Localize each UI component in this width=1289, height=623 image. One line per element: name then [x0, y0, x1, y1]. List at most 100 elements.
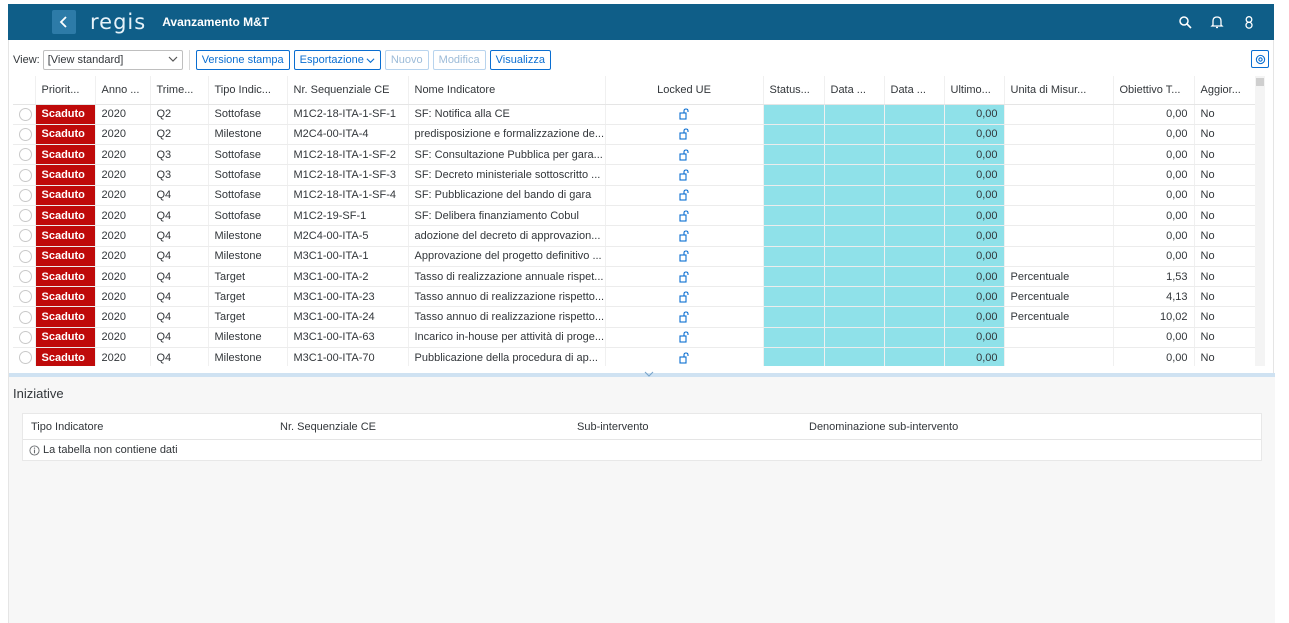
column-header[interactable]: Nome Indicatore: [408, 76, 606, 105]
locked-ue-cell[interactable]: [605, 246, 764, 267]
unlocked-padlock-icon[interactable]: [678, 271, 690, 283]
column-header[interactable]: Nr. Sequenziale CE: [287, 76, 409, 105]
year-cell: 2020: [95, 286, 151, 308]
column-header[interactable]: Anno ...: [95, 76, 151, 105]
bell-icon[interactable]: [1210, 15, 1224, 29]
column-header[interactable]: Nr. Sequenziale CE: [272, 421, 569, 433]
indicator-name-cell: Approvazione del progetto definitivo ...: [408, 246, 606, 267]
row-select-cell[interactable]: [13, 185, 36, 206]
row-select-cell[interactable]: [13, 225, 36, 247]
row-select-cell[interactable]: [13, 347, 36, 366]
table-row[interactable]: Scaduto 2020 Q4 Target M3C1-00-ITA-23 Tasso a…: [13, 286, 1265, 308]
unlocked-padlock-icon[interactable]: [678, 230, 690, 242]
unlocked-padlock-icon[interactable]: [678, 169, 690, 181]
column-header[interactable]: Denominazione sub-intervento: [801, 421, 1101, 433]
row-radio[interactable]: [19, 229, 32, 243]
table-row[interactable]: Scaduto 2020 Q4 Sottofase M1C2-18-ITA-1-SF-4…: [13, 185, 1265, 206]
row-radio[interactable]: [19, 188, 32, 202]
table-row[interactable]: Scaduto 2020 Q3 Sottofase M1C2-18-ITA-1-SF-2…: [13, 144, 1265, 166]
unlocked-padlock-icon[interactable]: [678, 149, 690, 161]
row-select-cell[interactable]: [13, 306, 36, 328]
row-select-cell[interactable]: [13, 144, 36, 166]
locked-ue-cell[interactable]: [605, 266, 764, 288]
row-select-cell[interactable]: [13, 327, 36, 349]
status-cell: [763, 266, 825, 288]
unlocked-padlock-icon[interactable]: [678, 291, 690, 303]
unlocked-padlock-icon[interactable]: [678, 210, 690, 222]
locked-ue-cell[interactable]: [605, 164, 764, 186]
table-row[interactable]: Scaduto 2020 Q4 Target M3C1-00-ITA-2 Tasso di…: [13, 266, 1265, 288]
new-button[interactable]: Nuovo: [384, 50, 429, 70]
row-select-cell[interactable]: [13, 124, 36, 146]
column-header[interactable]: Trime...: [150, 76, 209, 105]
row-radio[interactable]: [19, 290, 32, 304]
print-version-button[interactable]: Versione stampa: [195, 50, 290, 70]
vertical-scrollbar[interactable]: [1255, 76, 1265, 366]
app-logo[interactable]: regis: [90, 10, 146, 34]
unlocked-padlock-icon[interactable]: [678, 352, 690, 364]
locked-ue-cell[interactable]: [605, 286, 764, 308]
back-button[interactable]: [52, 10, 76, 34]
locked-ue-cell[interactable]: [605, 225, 764, 247]
table-row[interactable]: Scaduto 2020 Q4 Milestone M2C4-00-ITA-5 adozi…: [13, 225, 1265, 247]
unlocked-padlock-icon[interactable]: [678, 311, 690, 323]
locked-ue-cell[interactable]: [605, 347, 764, 366]
row-select-cell[interactable]: [13, 205, 36, 227]
scrollbar-thumb[interactable]: [1256, 78, 1264, 86]
locked-ue-cell[interactable]: [605, 144, 764, 166]
display-button[interactable]: Visualizza: [489, 50, 551, 70]
table-row[interactable]: Scaduto 2020 Q2 Sottofase M1C2-18-ITA-1-SF-1…: [13, 104, 1265, 125]
row-radio[interactable]: [19, 127, 32, 141]
locked-ue-cell[interactable]: [605, 185, 764, 206]
row-select-cell[interactable]: [13, 164, 36, 186]
unlocked-padlock-icon[interactable]: [678, 128, 690, 141]
row-select-cell[interactable]: [13, 266, 36, 288]
column-header[interactable]: Priorit...: [35, 76, 96, 105]
unlocked-padlock-icon[interactable]: [678, 189, 690, 201]
row-radio[interactable]: [19, 148, 32, 162]
column-header[interactable]: Locked UE: [605, 76, 764, 105]
row-radio[interactable]: [19, 330, 32, 344]
row-radio[interactable]: [19, 107, 32, 121]
table-settings-button[interactable]: [1251, 50, 1269, 68]
row-radio[interactable]: [19, 351, 32, 365]
table-row[interactable]: Scaduto 2020 Q4 Target M3C1-00-ITA-24 Tasso a…: [13, 306, 1265, 328]
table-row[interactable]: Scaduto 2020 Q4 Milestone M3C1-00-ITA-1 Appro…: [13, 246, 1265, 267]
row-radio[interactable]: [19, 310, 32, 324]
table-row[interactable]: Scaduto 2020 Q3 Sottofase M1C2-18-ITA-1-SF-3…: [13, 164, 1265, 186]
locked-ue-cell[interactable]: [605, 124, 764, 146]
unlocked-padlock-icon[interactable]: [678, 250, 690, 262]
column-header[interactable]: Tipo Indicatore: [23, 421, 272, 433]
year-cell: 2020: [95, 306, 151, 328]
table-row[interactable]: Scaduto 2020 Q2 Milestone M2C4-00-ITA-4 predi…: [13, 124, 1265, 146]
row-radio[interactable]: [19, 209, 32, 223]
user-icon[interactable]: [1242, 15, 1256, 29]
locked-ue-cell[interactable]: [605, 306, 764, 328]
table-row[interactable]: Scaduto 2020 Q4 Milestone M3C1-00-ITA-63 Inca…: [13, 327, 1265, 349]
column-header[interactable]: Sub-intervento: [569, 421, 801, 433]
table-row[interactable]: Scaduto 2020 Q4 Milestone M3C1-00-ITA-70 Pubb…: [13, 347, 1265, 366]
export-button[interactable]: Esportazione: [293, 50, 381, 70]
locked-ue-cell[interactable]: [605, 205, 764, 227]
locked-ue-cell[interactable]: [605, 327, 764, 349]
column-header[interactable]: Unita di Misur...: [1004, 76, 1114, 105]
table-row[interactable]: Scaduto 2020 Q4 Sottofase M1C2-19-SF-1 SF: De…: [13, 205, 1265, 227]
column-header[interactable]: Data ...: [824, 76, 885, 105]
column-header[interactable]: Tipo Indic...: [208, 76, 288, 105]
column-header[interactable]: Status...: [763, 76, 825, 105]
column-header[interactable]: Data ...: [884, 76, 945, 105]
column-header[interactable]: Obiettivo T...: [1113, 76, 1195, 105]
column-header[interactable]: Ultimo...: [944, 76, 1005, 105]
row-radio[interactable]: [19, 168, 32, 182]
row-select-cell[interactable]: [13, 246, 36, 267]
edit-button[interactable]: Modifica: [432, 50, 486, 70]
row-radio[interactable]: [19, 249, 32, 263]
search-icon[interactable]: [1178, 15, 1192, 29]
row-select-cell[interactable]: [13, 104, 36, 125]
row-select-cell[interactable]: [13, 286, 36, 308]
row-radio[interactable]: [19, 270, 32, 284]
unlocked-padlock-icon[interactable]: [678, 108, 690, 120]
view-select[interactable]: [View standard]: [42, 50, 183, 70]
unlocked-padlock-icon[interactable]: [678, 331, 690, 344]
locked-ue-cell[interactable]: [605, 104, 764, 125]
